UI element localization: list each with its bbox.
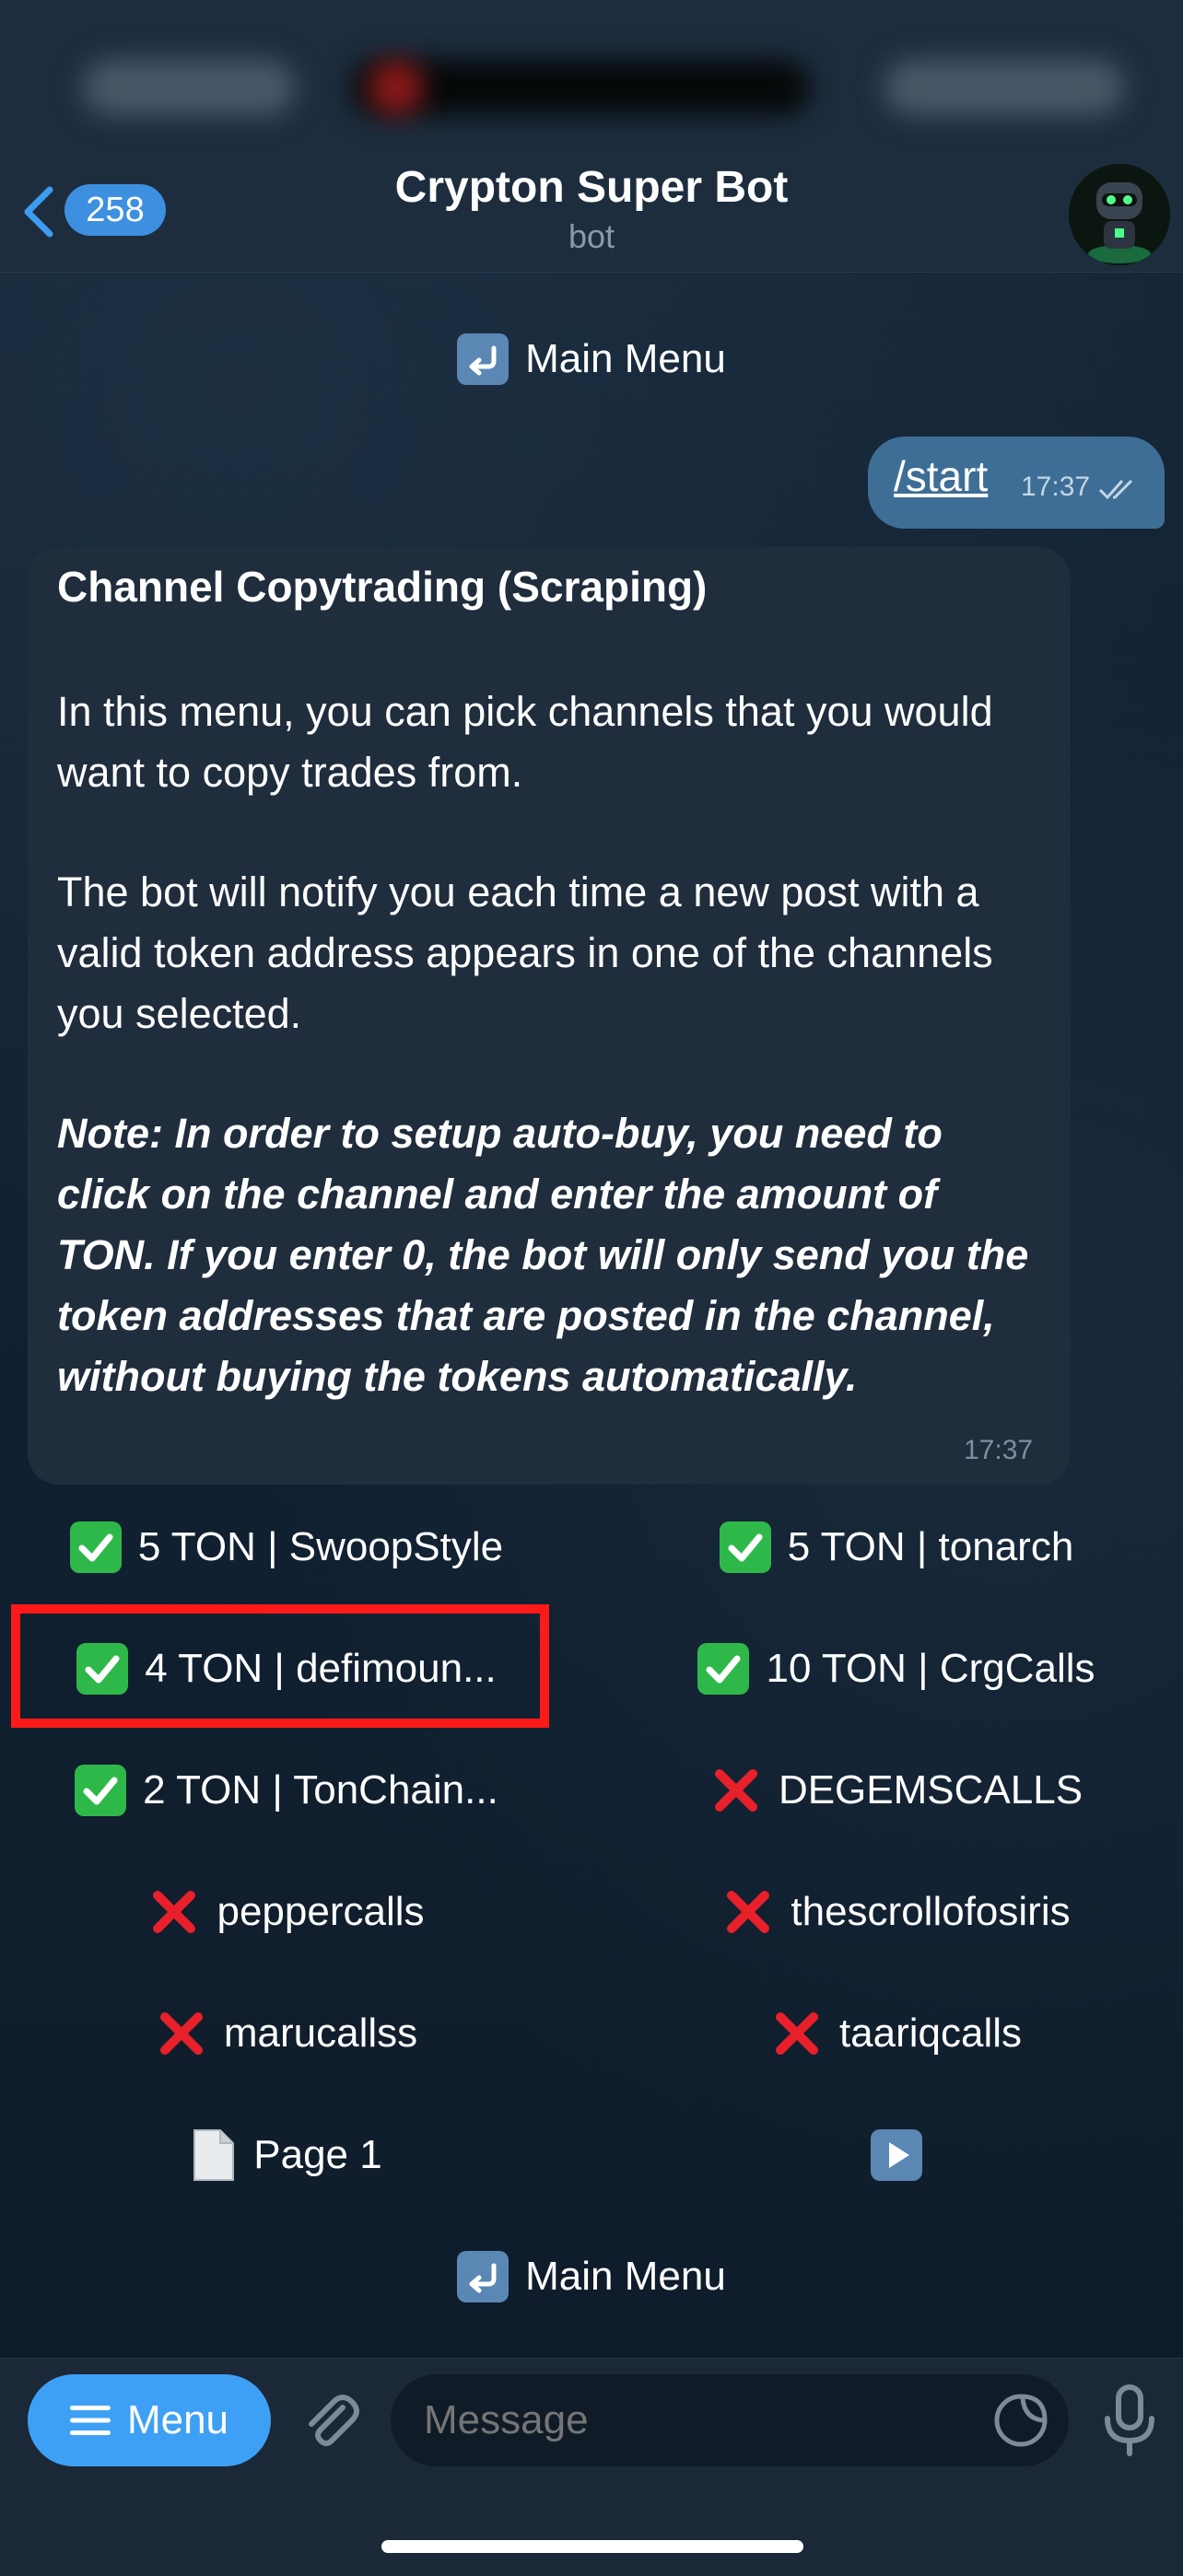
page-label: Page 1 (253, 2132, 382, 2177)
chat-subtitle: bot (568, 217, 615, 255)
main-menu-label: Main Menu (525, 336, 726, 381)
message-paragraph-2: The bot will notify you each time a new … (57, 868, 993, 1037)
outgoing-message-time: 17:37 (1021, 472, 1091, 502)
double-check-icon (1098, 479, 1133, 500)
return-arrow-icon (457, 333, 510, 385)
status-blur-dot (369, 60, 424, 115)
check-mark-icon (719, 1521, 771, 1573)
channel-button-label: 10 TON | CrgCalls (766, 1646, 1095, 1691)
bot-avatar[interactable] (1069, 164, 1170, 265)
check-mark-icon (75, 1765, 127, 1816)
start-command-link[interactable]: /start (894, 451, 988, 501)
channel-button-label: thescrollofosiris (791, 1889, 1071, 1934)
channel-button-degemscalls[interactable]: DEGEMSCALLS (610, 1763, 1183, 1818)
channel-button-swoopstyle[interactable]: 5 TON | SwoopStyle (0, 1520, 573, 1575)
message-input[interactable] (391, 2374, 1069, 2466)
main-menu-button-top[interactable]: Main Menu (0, 332, 1183, 387)
cross-mark-icon (775, 2012, 818, 2055)
channel-button-label: 2 TON | TonChain... (143, 1767, 498, 1813)
cross-mark-icon (153, 1891, 196, 1933)
channel-button-label: marucallss (223, 2011, 418, 2056)
play-next-icon (871, 2129, 922, 2181)
status-blur-right (884, 60, 1124, 115)
main-menu-label: Main Menu (525, 2254, 726, 2299)
channel-button-thescrollofosiris[interactable]: thescrollofosiris (610, 1884, 1183, 1940)
channel-button-label: DEGEMSCALLS (778, 1767, 1083, 1813)
next-page-button[interactable] (610, 2127, 1183, 2183)
hamburger-icon (69, 2406, 111, 2435)
cross-mark-icon (727, 1891, 770, 1933)
chat-title[interactable]: Crypton Super Bot (0, 162, 1183, 213)
highlight-box (11, 1604, 549, 1728)
home-indicator (381, 2540, 803, 2553)
message-paragraph-1: In this menu, you can pick channels that… (57, 688, 993, 796)
message-note: Note: In order to setup auto-buy, you ne… (57, 1110, 1029, 1400)
cross-mark-icon (714, 1769, 757, 1812)
microphone-icon[interactable] (1095, 2384, 1165, 2457)
page-indicator-button[interactable]: Page 1 (0, 2127, 573, 2183)
page-document-icon (193, 2129, 235, 2181)
channel-button-taariqcalls[interactable]: taariqcalls (610, 2006, 1183, 2061)
main-menu-button-bottom[interactable]: Main Menu (0, 2249, 1183, 2304)
sticker-icon[interactable] (991, 2391, 1050, 2450)
check-mark-icon (69, 1521, 122, 1573)
channel-button-marucallss[interactable]: marucallss (0, 2006, 573, 2061)
channel-button-tonchain[interactable]: 2 TON | TonChain... (0, 1763, 573, 1818)
channel-button-label: peppercalls (217, 1889, 425, 1934)
status-bar (0, 0, 1183, 157)
menu-label: Menu (126, 2397, 229, 2442)
channel-button-tonarch[interactable]: 5 TON | tonarch (610, 1520, 1183, 1575)
cross-mark-icon (159, 2012, 203, 2055)
message-title: Channel Copytrading (Scraping) (57, 563, 708, 611)
channel-button-label: 5 TON | tonarch (787, 1524, 1074, 1569)
incoming-message-time: 17:37 (964, 1435, 1034, 1465)
channel-button-crgcalls[interactable]: 10 TON | CrgCalls (610, 1641, 1183, 1696)
bot-menu-button[interactable]: Menu (28, 2374, 271, 2466)
robot-avatar-icon (1069, 164, 1170, 265)
channel-button-peppercalls[interactable]: peppercalls (0, 1884, 573, 1940)
return-arrow-icon (457, 2251, 510, 2302)
status-blur-left (83, 60, 295, 115)
paperclip-icon[interactable] (297, 2387, 363, 2454)
channel-button-label: 5 TON | SwoopStyle (137, 1524, 504, 1569)
check-mark-icon (697, 1643, 750, 1695)
channel-button-label: taariqcalls (838, 2011, 1023, 2056)
